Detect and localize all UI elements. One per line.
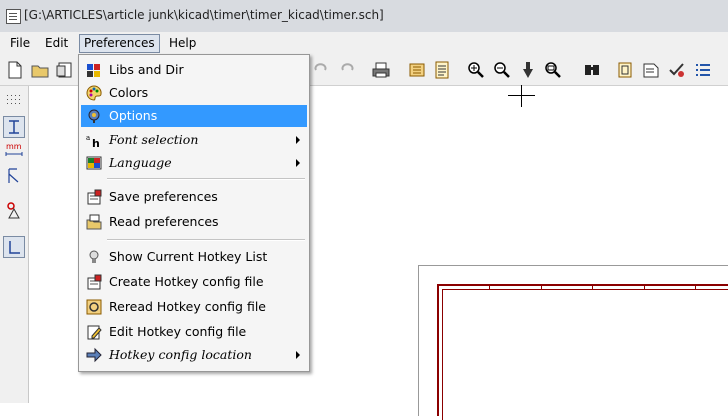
redo-icon[interactable] — [338, 61, 356, 79]
open-folder-icon[interactable] — [31, 61, 49, 79]
cvpcb-icon[interactable] — [408, 61, 426, 79]
menu-separator — [107, 239, 305, 241]
grid-toggle-icon[interactable] — [4, 92, 24, 112]
redraw-icon[interactable] — [519, 61, 537, 79]
wire-angle-icon[interactable] — [3, 236, 25, 258]
edit-hotkey-icon — [86, 324, 102, 340]
title-bar: [G:\ARTICLES\article junk\kicad\timer\ti… — [0, 0, 728, 32]
menu-item-reread-hotkey-config[interactable]: Reread Hotkey config file — [81, 296, 307, 318]
menu-item-options[interactable]: Options — [81, 105, 307, 127]
undo-icon[interactable] — [312, 61, 330, 79]
zoom-out-icon[interactable] — [493, 61, 511, 79]
window-title: [G:\ARTICLES\article junk\kicad\timer\ti… — [24, 8, 384, 22]
sheet-tick — [644, 284, 645, 289]
menu-item-font-selection[interactable]: ah Font selection — [81, 129, 307, 151]
menu-preferences[interactable]: Preferences — [79, 34, 160, 53]
sheet-tick — [695, 284, 696, 289]
menu-item-save-preferences[interactable]: Save preferences — [81, 186, 307, 208]
sheet-tick — [592, 284, 593, 289]
language-icon — [86, 155, 102, 171]
left-toolbar: mm — [0, 86, 29, 403]
app-icon — [6, 9, 21, 24]
sheet-inner-border — [442, 289, 728, 420]
options-icon — [86, 108, 102, 124]
reread-hotkey-icon — [86, 299, 102, 315]
sheet-tick — [541, 284, 542, 289]
submenu-arrow-icon — [296, 351, 300, 359]
print-icon[interactable] — [372, 61, 390, 79]
menu-file[interactable]: File — [6, 35, 34, 52]
create-hotkey-icon — [86, 274, 102, 290]
svg-text:a: a — [86, 134, 90, 142]
menu-item-show-hotkey-list[interactable]: Show Current Hotkey List — [81, 246, 307, 268]
units-mm-icon[interactable]: mm — [4, 140, 24, 160]
read-preferences-icon — [86, 214, 102, 230]
save-icon[interactable] — [56, 61, 74, 79]
new-file-icon[interactable] — [6, 61, 24, 79]
hidden-pins-icon[interactable] — [4, 200, 24, 220]
menu-item-libs-and-dir[interactable]: Libs and Dir — [81, 59, 307, 81]
menu-item-colors[interactable]: Colors — [81, 82, 307, 104]
libs-icon — [86, 62, 102, 78]
preferences-dropdown: Libs and Dir Colors Options ah Font sele… — [78, 54, 310, 372]
netlist-icon[interactable] — [433, 61, 451, 79]
zoom-in-icon[interactable] — [467, 61, 485, 79]
menu-item-language[interactable]: Language — [81, 152, 307, 174]
menu-item-read-preferences[interactable]: Read preferences — [81, 211, 307, 233]
menu-item-edit-hotkey-config[interactable]: Edit Hotkey config file — [81, 321, 307, 343]
sheet-tick — [489, 284, 490, 289]
svg-text:h: h — [92, 137, 100, 148]
submenu-arrow-icon — [296, 136, 300, 144]
submenu-arrow-icon — [296, 159, 300, 167]
cursor-shape-icon[interactable] — [4, 166, 24, 186]
find-icon[interactable] — [583, 61, 601, 79]
hotkey-list-icon — [86, 249, 102, 265]
annotate-icon[interactable] — [642, 61, 660, 79]
menu-item-hotkey-config-location[interactable]: Hotkey config location — [81, 344, 307, 366]
menu-separator — [107, 178, 305, 180]
font-icon: ah — [86, 132, 102, 148]
cursor-crosshair-vertical — [521, 85, 522, 107]
units-inch-icon[interactable] — [3, 116, 25, 138]
units-mm-label: mm — [6, 142, 22, 151]
component-icon[interactable] — [616, 61, 634, 79]
zoom-fit-icon[interactable] — [544, 61, 562, 79]
erc-icon[interactable] — [668, 61, 686, 79]
menu-edit[interactable]: Edit — [41, 35, 72, 52]
menu-item-create-hotkey-config[interactable]: Create Hotkey config file — [81, 271, 307, 293]
arrow-right-icon — [86, 347, 102, 363]
palette-icon — [86, 85, 102, 101]
bom-icon[interactable] — [694, 61, 712, 79]
menu-help[interactable]: Help — [165, 35, 200, 52]
save-preferences-icon — [86, 189, 102, 205]
menu-bar: File Edit Preferences Help — [0, 32, 728, 55]
